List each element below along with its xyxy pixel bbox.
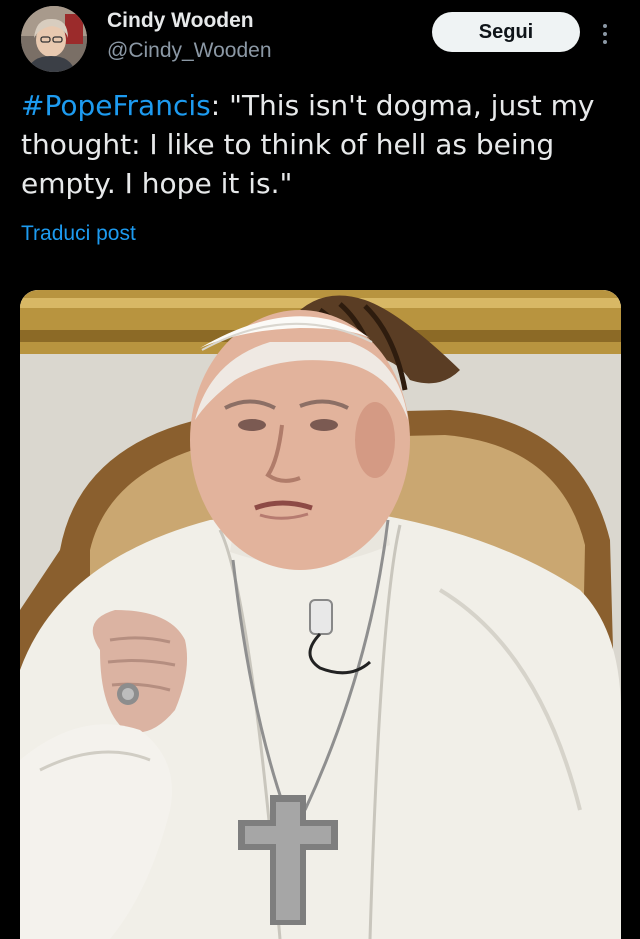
hashtag-link[interactable]: #PopeFrancis: [21, 89, 211, 122]
author-display-name[interactable]: Cindy Wooden: [107, 8, 254, 34]
post-text: #PopeFrancis: "This isn't dogma, just my…: [21, 86, 611, 203]
more-options-button[interactable]: [594, 16, 616, 52]
author-handle[interactable]: @Cindy_Wooden: [107, 38, 272, 64]
post-header: Cindy Wooden @Cindy_Wooden Segui: [0, 0, 640, 80]
follow-button[interactable]: Segui: [432, 12, 580, 52]
translate-post-link[interactable]: Traduci post: [21, 221, 136, 247]
avatar[interactable]: [21, 6, 87, 72]
post-image[interactable]: [20, 290, 621, 939]
more-vertical-icon: [603, 24, 607, 28]
